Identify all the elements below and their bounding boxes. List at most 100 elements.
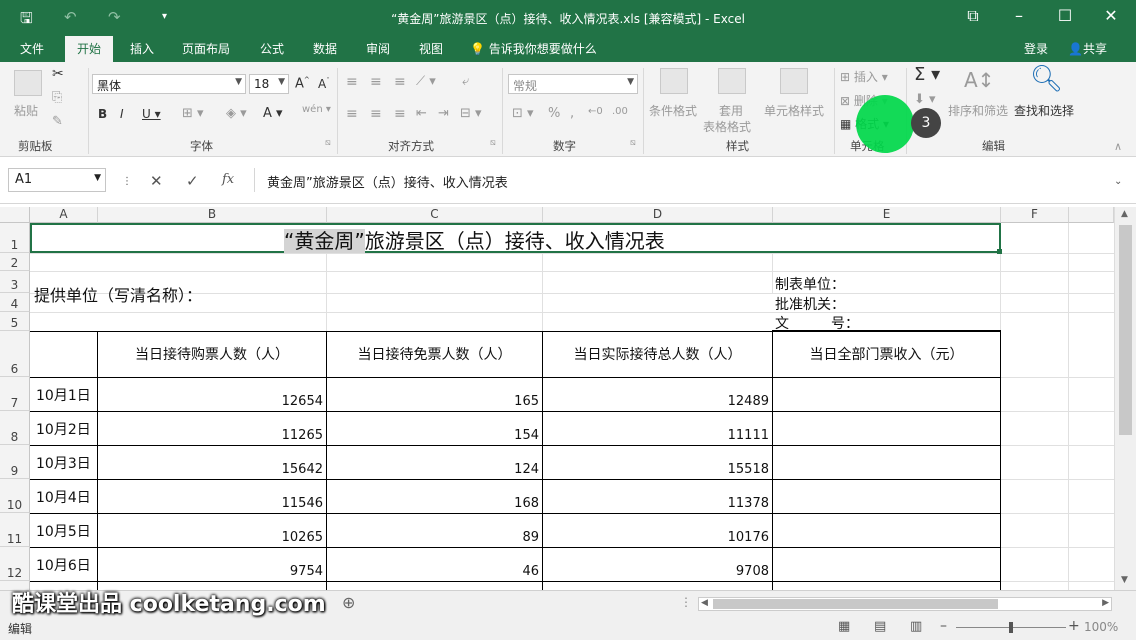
row-header-2[interactable]: 2 [0, 253, 30, 271]
col-header-f[interactable]: F [1001, 207, 1069, 223]
zoom-in-icon[interactable]: + [1068, 618, 1080, 634]
tab-file[interactable]: 文件 [20, 40, 44, 57]
font-name-select[interactable]: 黑体 ▼ [92, 74, 246, 94]
tab-page-layout[interactable]: 页面布局 [182, 40, 230, 57]
cancel-icon[interactable]: ✕ [150, 172, 163, 190]
scroll-thumb[interactable] [1119, 225, 1132, 435]
row-header-9[interactable]: 9 [0, 445, 30, 479]
increase-indent-icon[interactable]: ⇥ [438, 106, 449, 121]
align-middle-icon[interactable]: ≡ [370, 74, 382, 90]
fill-handle[interactable] [997, 249, 1002, 254]
border-icon[interactable]: ⊞ ▾ [182, 106, 204, 121]
format-table-button-line2[interactable]: 表格格式 [703, 118, 751, 135]
fill-color-icon[interactable]: ◈ ▾ [226, 106, 247, 121]
number-format-select[interactable]: 常规 ▼ [508, 74, 638, 94]
font-size-select[interactable]: 18 ▼ [249, 74, 289, 94]
tell-me-box[interactable]: 💡 告诉我你想要做什么 [470, 40, 597, 57]
insert-function-button[interactable]: fx [222, 172, 234, 187]
ribbon-display-icon[interactable]: ⧉ [958, 6, 988, 26]
cell-styles-button[interactable]: 单元格样式 [764, 102, 824, 119]
row-header-11[interactable]: 11 [0, 513, 30, 547]
increase-decimal-icon[interactable]: ←0 [588, 106, 603, 117]
sort-filter-icon[interactable]: A↕ [964, 68, 994, 92]
collapse-ribbon-icon[interactable]: ∧ [1114, 140, 1122, 153]
add-sheet-icon[interactable]: ⊕ [342, 593, 355, 612]
align-right-icon[interactable]: ≡ [394, 106, 406, 122]
tab-formulas[interactable]: 公式 [260, 40, 284, 57]
format-table-button[interactable]: 套用 [719, 102, 743, 119]
formula-input[interactable]: 黄金周”旅游景区（点）接待、收入情况表 [254, 168, 1128, 192]
tab-data[interactable]: 数据 [313, 40, 337, 57]
decrease-indent-icon[interactable]: ⇤ [416, 106, 427, 121]
alignment-launcher-icon[interactable]: ⧅ [490, 138, 496, 148]
tab-review[interactable]: 审阅 [366, 40, 390, 57]
row-header-3[interactable]: 3 [0, 271, 30, 293]
scroll-down-icon[interactable]: ▼ [1121, 575, 1128, 585]
font-launcher-icon[interactable]: ⧅ [325, 138, 331, 148]
grow-font-icon[interactable]: A^ [295, 76, 310, 91]
minimize-button[interactable]: – [1004, 6, 1034, 25]
page-break-icon[interactable]: ▥ [910, 619, 922, 634]
page-layout-icon[interactable]: ▤ [874, 619, 886, 634]
scroll-right-icon[interactable]: ▶ [1102, 598, 1109, 608]
format-table-icon[interactable] [718, 68, 746, 94]
close-button[interactable]: ✕ [1096, 6, 1126, 25]
align-bottom-icon[interactable]: ≡ [394, 74, 406, 90]
scroll-left-icon[interactable]: ◀ [701, 598, 708, 608]
row-header-7[interactable]: 7 [0, 377, 30, 411]
vertical-scrollbar[interactable]: ▲ ▼ [1114, 207, 1136, 590]
insert-cells-button[interactable]: ⊞ 插入 ▾ [840, 68, 888, 85]
horizontal-scrollbar[interactable]: ◀ ▶ [698, 597, 1112, 611]
col-header-d[interactable]: D [543, 207, 773, 223]
fill-icon[interactable]: ⬇ ▾ [914, 92, 936, 107]
orientation-icon[interactable]: ⟋ ▾ [416, 74, 436, 89]
share-button[interactable]: 👤共享 [1068, 40, 1107, 57]
scroll-up-icon[interactable]: ▲ [1121, 209, 1128, 219]
font-color-icon[interactable]: A ▾ [263, 106, 283, 121]
find-select-icon[interactable]: 🔍︎ [1030, 64, 1063, 94]
row-header-4[interactable]: 4 [0, 293, 30, 312]
comma-icon[interactable]: , [570, 106, 574, 121]
align-center-icon[interactable]: ≡ [370, 106, 382, 122]
wrap-text-icon[interactable]: ⤶ [462, 74, 469, 89]
conditional-format-button[interactable]: 条件格式 [649, 102, 697, 119]
maximize-button[interactable]: ☐ [1050, 6, 1080, 25]
name-box[interactable]: A1 ▼ [8, 168, 106, 192]
row-header-12[interactable]: 12 [0, 547, 30, 581]
zoom-out-icon[interactable]: – [940, 618, 947, 634]
row-header-1[interactable]: 1 [0, 223, 30, 253]
find-select-button[interactable]: 查找和选择 [1014, 102, 1074, 119]
row-header-10[interactable]: 10 [0, 479, 30, 513]
tab-insert[interactable]: 插入 [130, 40, 154, 57]
shrink-font-icon[interactable]: Aˇ [318, 77, 330, 91]
row-header-5[interactable]: 5 [0, 312, 30, 331]
zoom-level[interactable]: 100% [1084, 620, 1118, 634]
number-launcher-icon[interactable]: ⧅ [630, 138, 636, 148]
row-header-8[interactable]: 8 [0, 411, 30, 445]
col-header-a[interactable]: A [30, 207, 98, 223]
autosum-icon[interactable]: Σ ▾ [914, 64, 940, 85]
worksheet-grid[interactable]: “黄金周”旅游景区（点）接待、收入情况表 提供单位（写清名称）： 制表单位： 批… [30, 223, 1114, 590]
decrease-decimal-icon[interactable]: .00 [612, 106, 628, 117]
sort-filter-button[interactable]: 排序和筛选 [948, 102, 1008, 119]
paste-button[interactable]: 粘贴 [14, 102, 38, 119]
paste-icon[interactable] [14, 70, 42, 96]
expand-formula-icon[interactable]: ⌄ [1114, 176, 1122, 187]
col-header-c[interactable]: C [327, 207, 543, 223]
italic-button[interactable]: I [120, 107, 124, 121]
copy-icon[interactable]: ⎘ [52, 90, 62, 105]
col-header-g[interactable] [1069, 207, 1114, 223]
row-header-6[interactable]: 6 [0, 331, 30, 377]
hscroll-thumb[interactable] [713, 599, 998, 609]
bold-button[interactable]: B [98, 107, 107, 121]
merge-center-icon[interactable]: ⊟ ▾ [460, 106, 482, 121]
login-link[interactable]: 登录 [1024, 40, 1048, 57]
col-header-e[interactable]: E [773, 207, 1001, 223]
align-left-icon[interactable]: ≡ [346, 106, 358, 122]
tab-home[interactable]: 开始 [65, 36, 114, 62]
zoom-slider-thumb[interactable] [1009, 622, 1013, 633]
cut-icon[interactable]: ✂ [52, 66, 64, 82]
phonetic-icon[interactable]: wén ▾ [302, 104, 331, 115]
currency-icon[interactable]: ⊡ ▾ [512, 106, 534, 121]
enter-icon[interactable]: ✓ [186, 172, 199, 190]
